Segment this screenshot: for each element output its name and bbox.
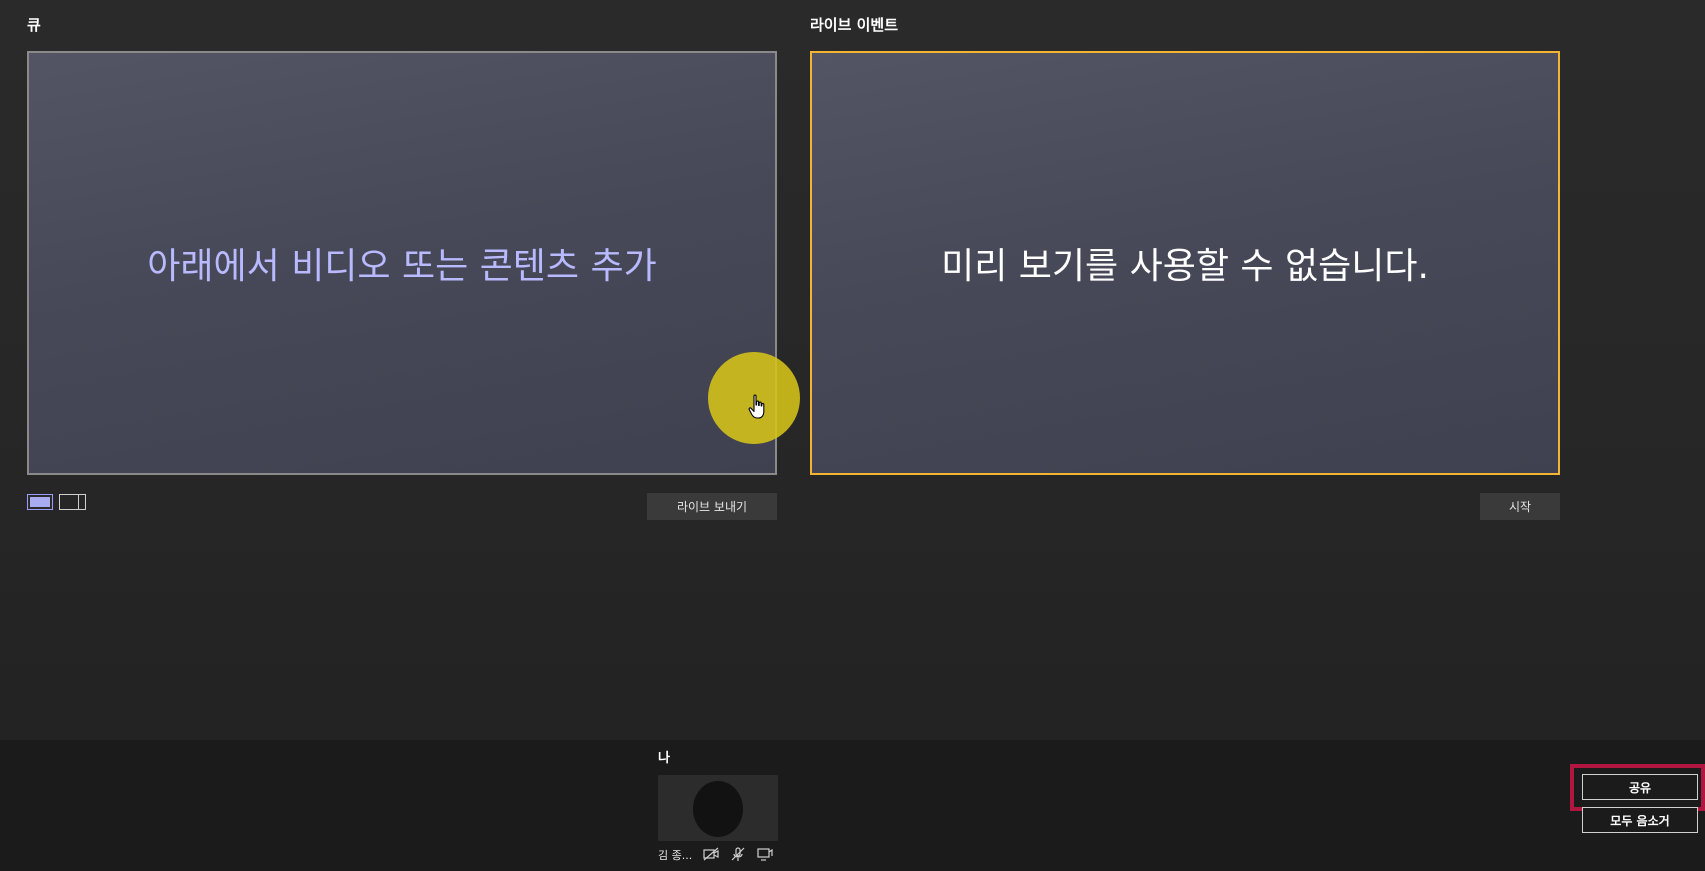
queue-title: 큐 [27, 16, 41, 34]
camera-off-icon[interactable] [702, 846, 720, 862]
send-live-button[interactable]: 라이브 보내기 [647, 493, 777, 520]
participant-tile[interactable] [658, 775, 778, 841]
mic-off-icon[interactable] [729, 846, 747, 862]
live-preview: 미리 보기를 사용할 수 없습니다. [810, 51, 1560, 475]
share-button[interactable]: 공유 [1582, 774, 1698, 800]
hand-cursor-icon [748, 394, 765, 419]
live-event-title: 라이브 이벤트 [810, 16, 899, 34]
participants-bar [0, 740, 1705, 871]
mute-all-button[interactable]: 모두 음소거 [1582, 807, 1698, 833]
queue-placeholder-text: 아래에서 비디오 또는 콘텐츠 추가 [147, 246, 657, 287]
split-layout-icon[interactable] [59, 494, 86, 510]
avatar [693, 781, 743, 837]
single-layout-icon[interactable] [27, 494, 53, 510]
start-button[interactable]: 시작 [1480, 493, 1560, 520]
queue-preview[interactable]: 아래에서 비디오 또는 콘텐츠 추가 [27, 51, 777, 475]
participant-name: 김 종... [658, 849, 693, 862]
me-section-label: 나 [658, 751, 670, 766]
screen-share-icon[interactable] [756, 846, 774, 862]
live-preview-text: 미리 보기를 사용할 수 없습니다. [941, 246, 1429, 287]
